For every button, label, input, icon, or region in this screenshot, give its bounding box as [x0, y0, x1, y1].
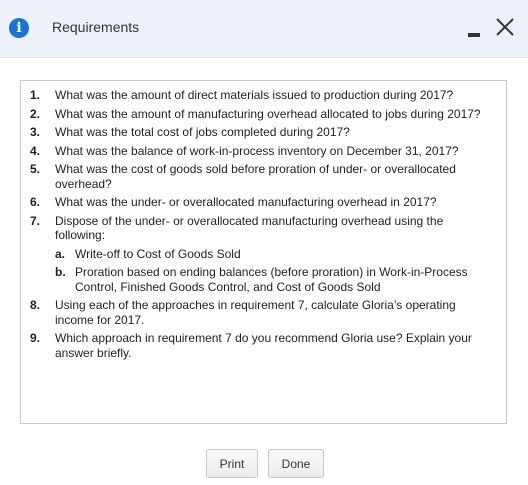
requirement-item: 8. Using each of the approaches in requi… [21, 298, 506, 327]
requirement-text: What was the amount of manufacturing ove… [55, 106, 481, 121]
requirement-number: 2. [30, 106, 41, 121]
requirement-text: What was the under- or overallocated man… [55, 195, 437, 209]
sub-requirement-text: Proration based on ending balances (befo… [75, 265, 468, 294]
requirements-list: 1. What was the amount of direct materia… [21, 88, 506, 364]
done-button[interactable]: Done [268, 449, 324, 478]
requirement-number: 5. [30, 162, 41, 176]
dialog-header: i Requirements [0, 0, 528, 58]
close-button[interactable] [494, 16, 516, 38]
sub-requirements-list: a. Write-off to Cost of Goods Sold b. Pr… [55, 247, 492, 295]
requirement-text: What was the total cost of jobs complete… [55, 125, 350, 139]
requirement-item: 3. What was the total cost of jobs compl… [21, 125, 506, 140]
requirement-text: Using each of the approaches in requirem… [55, 298, 456, 327]
requirement-item: 6. What was the under- or overallocated … [21, 195, 506, 210]
minimize-button[interactable] [465, 18, 485, 38]
requirement-number: 4. [30, 143, 41, 158]
requirement-text: Dispose of the under- or overallocated m… [55, 213, 444, 243]
requirement-number: 1. [30, 88, 41, 102]
sub-requirement-text: Write-off to Cost of Goods Sold [75, 246, 241, 261]
requirement-text: What was the cost of goods sold before p… [55, 162, 456, 191]
print-button[interactable]: Print [206, 449, 258, 478]
requirement-item: 5. What was the cost of goods sold befor… [21, 162, 506, 191]
requirement-number: 3. [30, 125, 41, 139]
requirement-text: Which approach in requirement 7 do you r… [55, 331, 472, 360]
requirements-panel: 1. What was the amount of direct materia… [20, 80, 507, 424]
requirement-text: What was the amount of direct materials … [55, 88, 454, 102]
sub-requirement-item: b. Proration based on ending balances (b… [55, 265, 492, 294]
requirement-item: 9. Which approach in requirement 7 do yo… [21, 331, 506, 360]
requirement-item: 1. What was the amount of direct materia… [21, 88, 506, 103]
requirement-text: What was the balance of work-in-process … [55, 143, 459, 158]
info-icon: i [9, 18, 29, 38]
requirement-item: 2. What was the amount of manufacturing … [21, 107, 506, 122]
sub-requirement-letter: b. [55, 265, 66, 279]
requirement-item: 4. What was the balance of work-in-proce… [21, 144, 506, 159]
minimize-icon [468, 33, 480, 37]
requirement-number: 8. [30, 298, 41, 312]
requirement-number: 9. [30, 331, 41, 345]
requirement-number: 7. [30, 213, 41, 228]
sub-requirement-item: a. Write-off to Cost of Goods Sold [55, 247, 492, 262]
close-icon [496, 18, 514, 36]
sub-requirement-letter: a. [55, 246, 66, 261]
requirement-number: 6. [30, 195, 41, 209]
requirement-item: 7. Dispose of the under- or overallocate… [21, 214, 506, 295]
dialog-title: Requirements [52, 19, 140, 35]
